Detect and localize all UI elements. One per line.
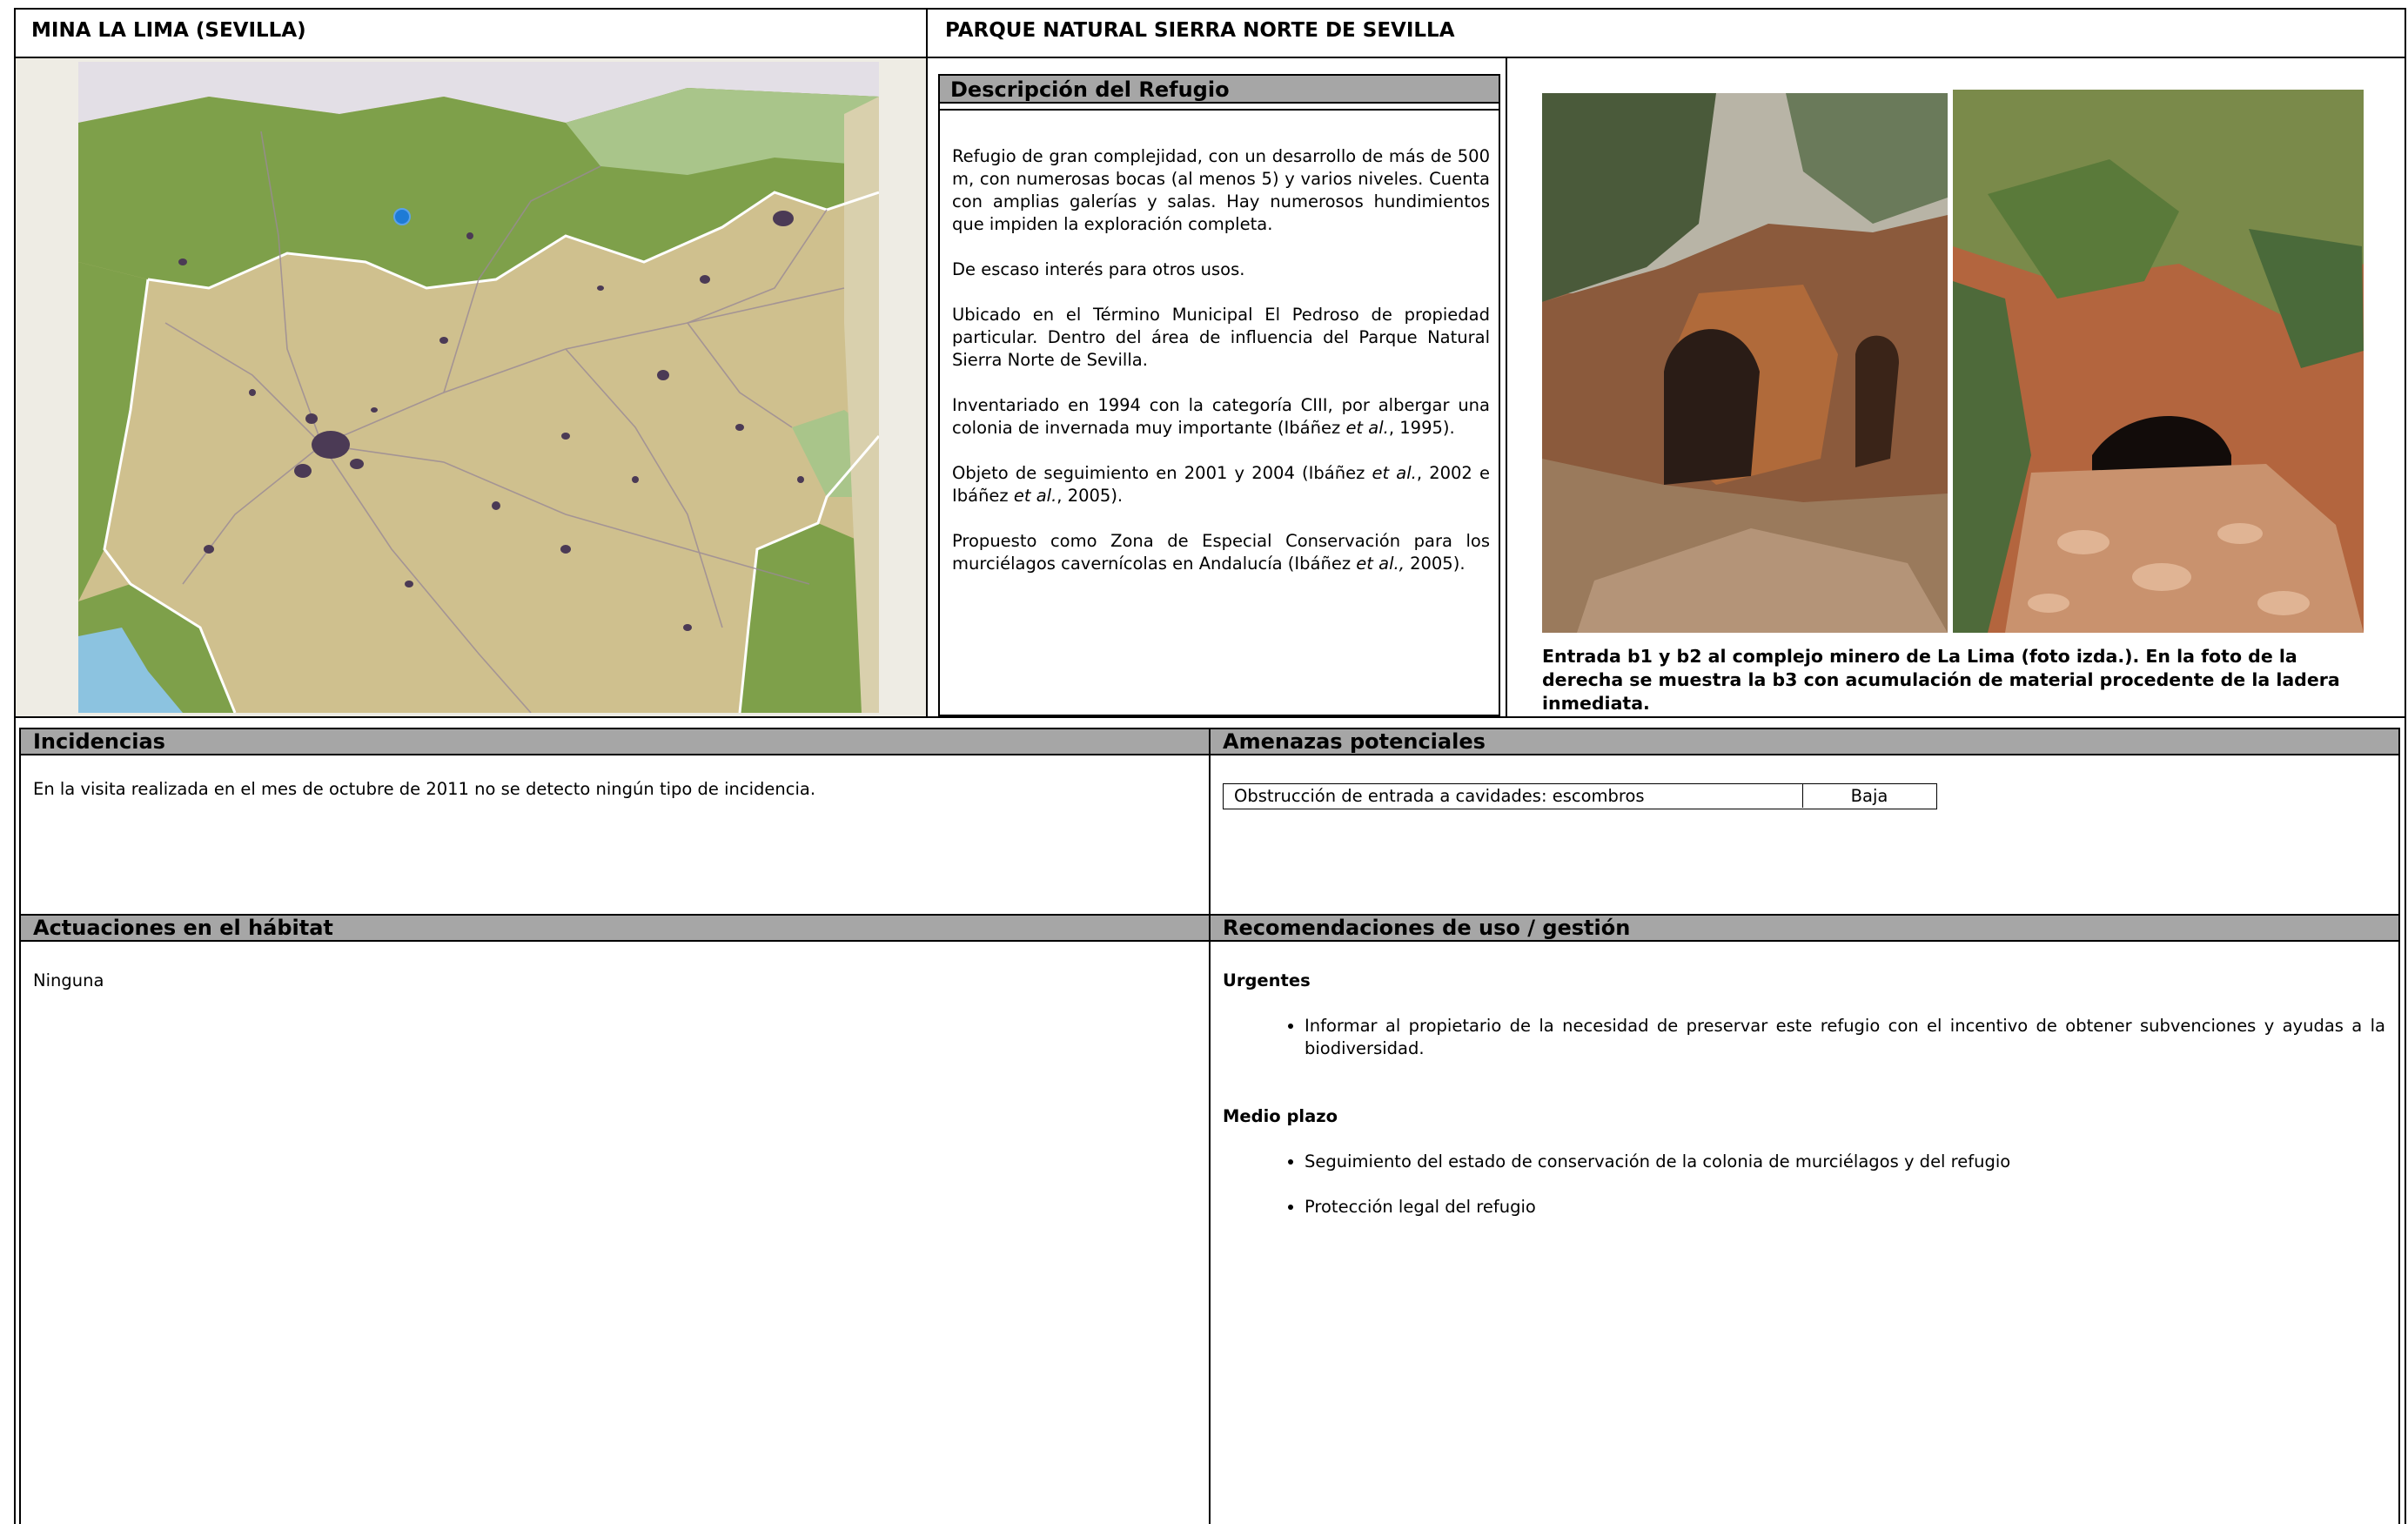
site-title: MINA LA LIMA (SEVILLA) — [31, 19, 306, 42]
description-cell: Descripción del Refugio Refugio de gran … — [926, 57, 1507, 718]
actuaciones-heading: Actuaciones en el hábitat — [21, 916, 1209, 942]
italic-run: et al. — [1345, 418, 1389, 438]
threat-level: Baja — [1850, 786, 1888, 806]
amenazas-panel: Amenazas potenciales Obstrucción de entr… — [1209, 728, 2400, 917]
incidencias-text: En la visita realizada en el mes de octu… — [33, 779, 816, 799]
description-paragraph: Objeto de seguimiento en 2001 y 2004 (Ib… — [952, 462, 1490, 507]
map-cell — [14, 57, 928, 718]
medium-label: Medio plazo — [1223, 1106, 1338, 1126]
description-paragraph: De escaso interés para otros usos. — [952, 258, 1490, 281]
text-run: Objeto de seguimiento en 2001 y 2004 (Ib… — [952, 463, 1372, 483]
photos-cell: Entrada b1 y b2 al complejo minero de La… — [1506, 57, 2406, 718]
urgent-label: Urgentes — [1223, 970, 1311, 990]
italic-run: et al. — [1372, 463, 1417, 483]
recomendaciones-body: Urgentes Informar al propietario de la n… — [1223, 970, 2385, 1241]
location-map-svg — [78, 62, 879, 713]
italic-run: et al. — [1013, 486, 1057, 506]
recommendation-item: Informar al propietario de la necesidad … — [1305, 1015, 2385, 1060]
text-run: , 2005). — [1056, 486, 1124, 506]
threat-divider — [1802, 784, 1803, 808]
photo-left-svg — [1542, 93, 1948, 633]
location-marker — [393, 208, 411, 225]
recommendation-item: Protección legal del refugio — [1305, 1196, 2385, 1219]
description-body: Refugio de gran complejidad, con un desa… — [952, 145, 1490, 598]
description-paragraph: Inventariado en 1994 con la categoría CI… — [952, 394, 1490, 440]
amenazas-heading: Amenazas potenciales — [1211, 729, 2398, 755]
incidencias-panel: Incidencias En la visita realizada en el… — [19, 728, 1211, 917]
header-left-cell: MINA LA LIMA (SEVILLA) — [14, 8, 928, 58]
italic-run: et al., — [1356, 554, 1405, 574]
header-right-cell: PARQUE NATURAL SIERRA NORTE DE SEVILLA — [926, 8, 2406, 58]
description-divider — [940, 107, 1499, 111]
photo-left — [1542, 93, 1948, 633]
recomendaciones-heading: Recomendaciones de uso / gestión — [1211, 916, 2398, 942]
text-run: 2005). — [1404, 554, 1466, 574]
text-run: Refugio de gran complejidad, con un desa… — [952, 146, 1490, 234]
photo-right-svg — [1953, 90, 2364, 633]
threat-table: Obstrucción de entrada a cavidades: esco… — [1223, 783, 1937, 809]
photo-caption: Entrada b1 y b2 al complejo minero de La… — [1542, 646, 2340, 714]
text-run: De escaso interés para otros usos. — [952, 259, 1245, 279]
threat-name: Obstrucción de entrada a cavidades: esco… — [1234, 786, 1645, 806]
description-paragraph: Ubicado en el Término Municipal El Pedro… — [952, 304, 1490, 372]
medium-list: Seguimiento del estado de conservación d… — [1223, 1151, 2385, 1219]
recommendation-item: Seguimiento del estado de conservación d… — [1305, 1151, 2385, 1173]
description-heading-bar: Descripción del Refugio — [940, 76, 1499, 104]
description-paragraph: Refugio de gran complejidad, con un desa… — [952, 145, 1490, 236]
location-map — [78, 62, 879, 713]
incidencias-heading: Incidencias — [21, 729, 1209, 755]
text-run: Ubicado en el Término Municipal El Pedro… — [952, 305, 1490, 370]
actuaciones-panel: Actuaciones en el hábitat Ninguna — [19, 914, 1211, 1524]
description-frame: Descripción del Refugio Refugio de gran … — [938, 74, 1500, 716]
actuaciones-text: Ninguna — [33, 970, 104, 990]
urgent-list: Informar al propietario de la necesidad … — [1223, 1015, 2385, 1060]
description-paragraph: Propuesto como Zona de Especial Conserva… — [952, 530, 1490, 575]
photo-right — [1953, 90, 2364, 633]
text-run: , 1995). — [1388, 418, 1455, 438]
recomendaciones-panel: Recomendaciones de uso / gestión Urgente… — [1209, 914, 2400, 1524]
park-title: PARQUE NATURAL SIERRA NORTE DE SEVILLA — [945, 19, 1455, 42]
description-heading: Descripción del Refugio — [950, 77, 1230, 102]
